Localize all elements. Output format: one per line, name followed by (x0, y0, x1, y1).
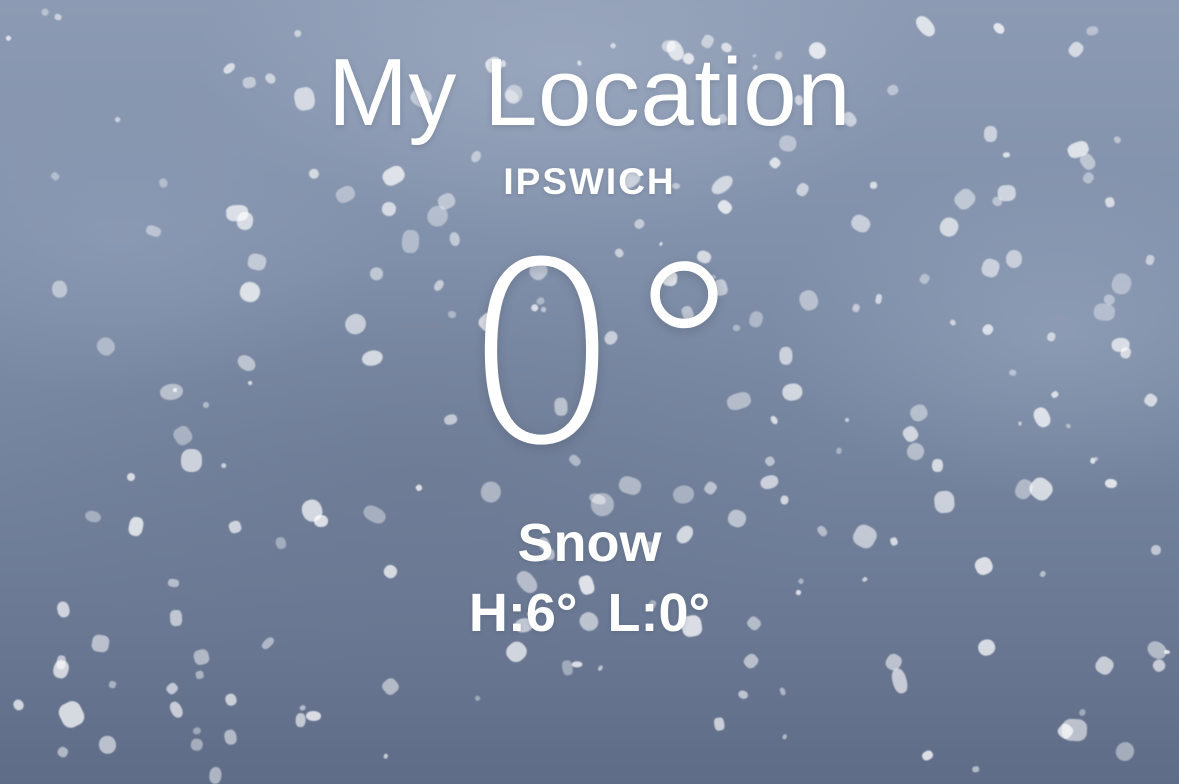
city-name: IPSWICH (503, 161, 676, 202)
location-title: My Location (327, 39, 852, 146)
low-temperature: L:0° (607, 583, 711, 643)
high-low-temperatures: H:6° L:0° (0, 582, 1179, 644)
current-temperature: 0° (462, 209, 747, 500)
high-temperature: H:6° (468, 583, 578, 643)
current-weather-header: My Location IPSWICH 0° Snow H:6° L:0° (0, 0, 1179, 784)
weather-condition: Snow (517, 513, 662, 573)
